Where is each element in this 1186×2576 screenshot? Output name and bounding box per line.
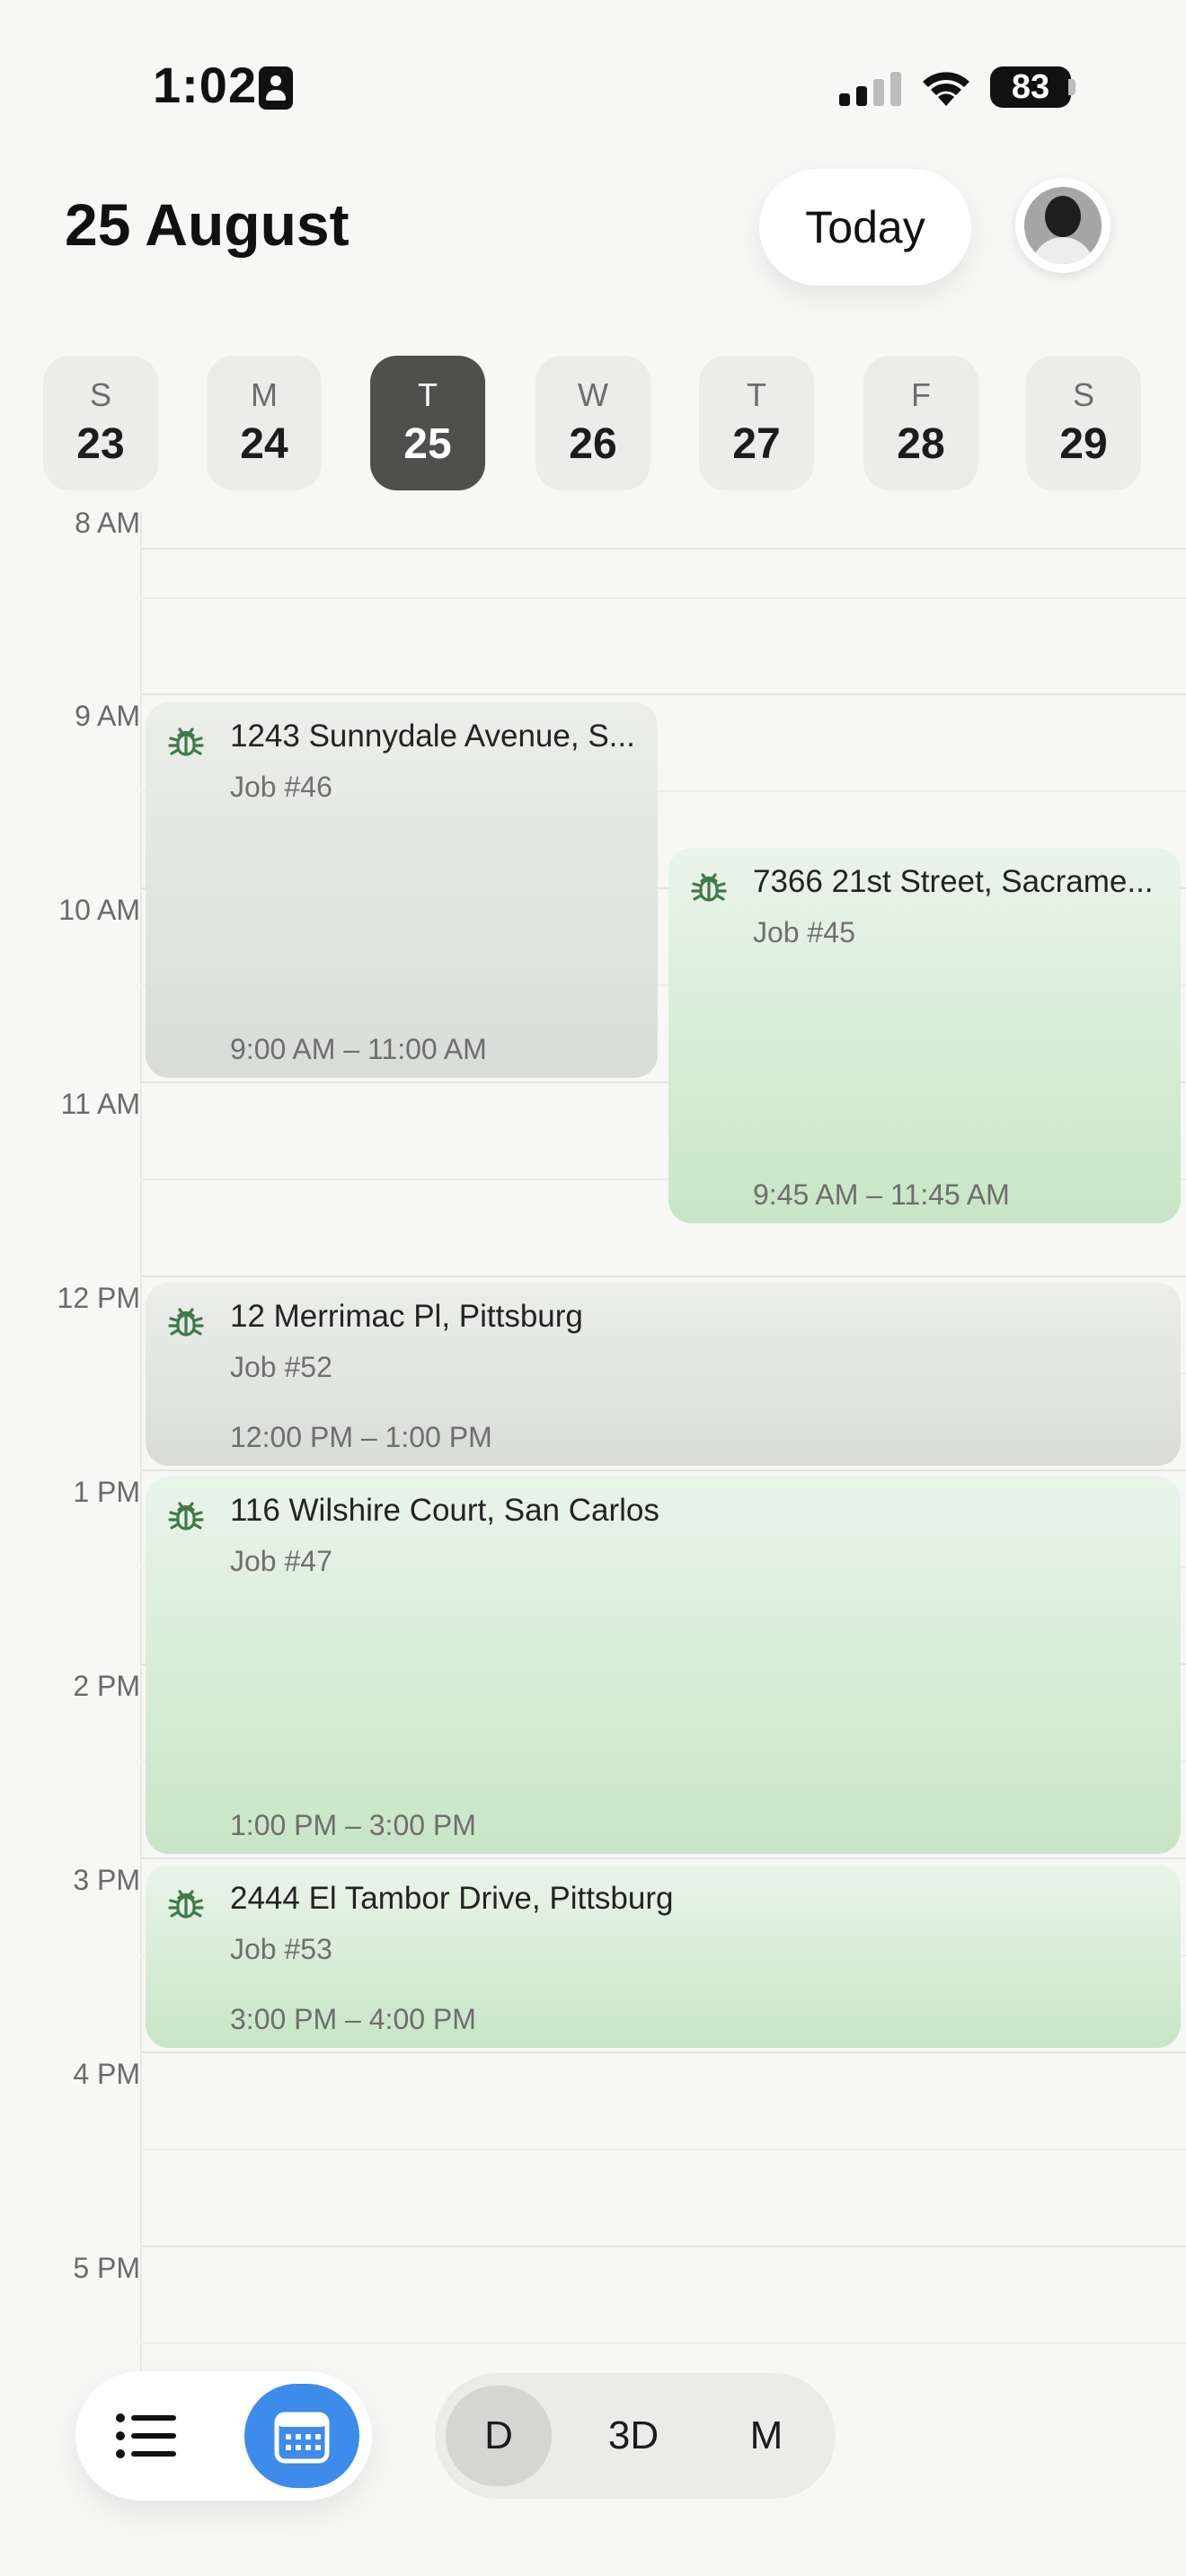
list-icon[interactable] [111,2400,183,2472]
day-number: 26 [569,420,617,468]
time-label: 11 AM [60,1088,140,1120]
day-timeline[interactable]: 8 AM 9 AM 10 AM 11 AM 12 PM 1 PM 2 PM 3 … [0,503,1186,2434]
range-month-button[interactable]: M [713,2386,819,2486]
range-switcher: D 3D M [435,2373,836,2499]
day-letter: T [747,376,766,413]
time-label: 1 PM [73,1476,140,1508]
day-letter: W [578,376,608,413]
battery-tip [1068,79,1075,95]
day-cell[interactable]: W 26 [535,356,651,490]
event-time-range: 3:00 PM – 4:00 PM [230,2003,476,2035]
event-card[interactable]: 2444 El Tambor Drive, Pittsburg Job #53 … [146,1865,1181,2048]
page-title: 25 August [65,191,350,258]
event-job-number: Job #47 [230,1545,332,1577]
event-time-range: 1:00 PM – 3:00 PM [230,1809,476,1841]
event-job-number: Job #45 [753,916,855,948]
hour-line [140,548,1186,550]
event-title: 116 Wilshire Court, San Carlos [230,1493,659,1528]
day-number: 27 [732,420,781,468]
event-card[interactable]: 116 Wilshire Court, San Carlos Job #47 1… [146,1477,1181,1854]
bug-icon [168,1890,204,1919]
day-number: 24 [240,420,288,468]
hour-line [140,693,1186,695]
time-label: 4 PM [73,2058,140,2090]
time-label: 2 PM [73,1670,140,1702]
view-switcher [75,2371,372,2501]
hour-line [140,1275,1186,1277]
calendar-icon [274,2412,330,2464]
hour-line [140,1469,1186,1471]
day-cell[interactable]: S 23 [43,356,158,490]
event-time-range: 9:00 AM – 11:00 AM [230,1033,487,1065]
cellular-signal-icon [839,70,902,106]
hour-line [140,1857,1186,1859]
avatar-photo [1024,187,1102,264]
bug-icon [168,1308,204,1337]
time-label: 10 AM [58,894,140,926]
today-button[interactable]: Today [759,169,971,286]
bug-icon [691,873,727,902]
event-title: 1243 Sunnydale Avenue, S... [230,719,635,754]
event-job-number: Job #53 [230,1933,332,1965]
day-number: 29 [1059,420,1108,468]
day-letter: T [418,376,438,413]
contact-card-icon [259,66,293,110]
day-number: 28 [897,420,945,468]
bug-icon [168,1502,204,1531]
day-cell[interactable]: M 24 [207,356,322,490]
day-number: 25 [403,420,452,468]
time-label: 8 AM [75,507,140,539]
time-label: 3 PM [73,1864,140,1896]
day-letter: F [911,376,931,413]
day-number: 23 [76,420,125,468]
time-label: 9 AM [75,700,140,732]
range-3day-button[interactable]: 3D [580,2386,686,2486]
time-label: 12 PM [57,1282,140,1314]
half-hour-line [140,2148,1186,2150]
day-cell[interactable]: T 27 [699,356,814,490]
event-card[interactable]: 1243 Sunnydale Avenue, S... Job #46 9:00… [146,702,658,1078]
wifi-icon [923,72,969,106]
status-time: 1:02 [153,57,258,113]
event-time-range: 9:45 AM – 11:45 AM [753,1178,1010,1211]
range-day-button[interactable]: D [446,2386,552,2486]
event-title: 2444 El Tambor Drive, Pittsburg [230,1881,674,1916]
event-job-number: Job #52 [230,1351,332,1383]
time-label: 5 PM [73,2252,140,2284]
hour-line [140,2245,1186,2247]
day-letter: S [1072,376,1094,413]
day-cell[interactable]: F 28 [863,356,978,490]
week-strip: S 23 M 24 T 25 W 26 T 27 F 28 S 29 [0,356,1186,490]
event-job-number: Job #46 [230,771,332,803]
half-hour-line [140,2342,1186,2344]
event-title: 7366 21st Street, Sacrame... [753,864,1154,899]
event-title: 12 Merrimac Pl, Pittsburg [230,1299,583,1334]
day-cell-selected[interactable]: T 25 [370,356,485,490]
bug-icon [168,728,204,756]
timeline-axis [140,512,142,2434]
event-card[interactable]: 12 Merrimac Pl, Pittsburg Job #52 12:00 … [146,1283,1181,1466]
half-hour-line [140,597,1186,599]
event-card[interactable]: 7366 21st Street, Sacrame... Job #45 9:4… [668,848,1181,1223]
status-bar: 1:02 83 [0,0,1186,171]
avatar[interactable] [1015,178,1111,273]
event-time-range: 12:00 PM – 1:00 PM [230,1421,492,1453]
day-cell[interactable]: S 29 [1026,356,1141,490]
hour-line [140,2051,1186,2053]
battery-indicator: 83 [990,66,1071,108]
day-letter: M [251,376,278,413]
calendar-view-button[interactable] [244,2384,359,2488]
day-letter: S [89,376,111,413]
